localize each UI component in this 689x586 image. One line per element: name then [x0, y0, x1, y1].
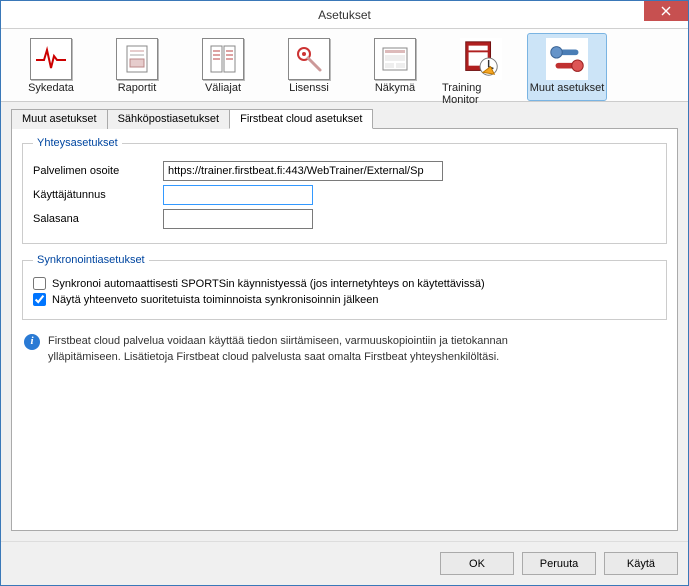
checkbox-nayta-yhteenveto[interactable]	[33, 293, 46, 306]
toolbar: Sykedata Raportit Väliajat Lisenssi Näky…	[1, 29, 688, 102]
checkbox-synkronoi-auto[interactable]	[33, 277, 46, 290]
input-palvelimen-osoite[interactable]	[163, 161, 443, 181]
report-icon	[120, 42, 154, 76]
ok-button[interactable]: OK	[440, 552, 514, 575]
close-icon	[661, 6, 671, 16]
label-nayta-yhteenveto: Näytä yhteenveto suoritetuista toiminnoi…	[52, 294, 379, 306]
tabpanel-firstbeat-cloud: Yhteysasetukset Palvelimen osoite Käyttä…	[11, 128, 678, 531]
toolbar-training-monitor[interactable]: Training Monitor	[441, 33, 521, 101]
legend-yhteysasetukset: Yhteysasetukset	[33, 137, 122, 149]
fieldset-yhteysasetukset: Yhteysasetukset Palvelimen osoite Käyttä…	[22, 137, 667, 244]
toolbar-muut-asetukset[interactable]: Muut asetukset	[527, 33, 607, 101]
info-row: i Firstbeat cloud palvelua voidaan käytt…	[22, 330, 667, 366]
close-button[interactable]	[644, 1, 688, 21]
label-synkronoi-auto: Synkronoi automaattisesti SPORTSin käynn…	[52, 278, 485, 290]
toolbar-lisenssi[interactable]: Lisenssi	[269, 33, 349, 101]
window-title: Asetukset	[318, 8, 371, 22]
toolbar-raportit[interactable]: Raportit	[97, 33, 177, 101]
settings-window: Asetukset Sykedata Raportit Väliajat Lis…	[0, 0, 689, 586]
tab-muut-asetukset[interactable]: Muut asetukset	[11, 109, 108, 129]
toolbar-nakyma[interactable]: Näkymä	[355, 33, 435, 101]
titlebar: Asetukset	[1, 1, 688, 29]
content-area: Muut asetukset Sähköpostiasetukset First…	[1, 102, 688, 541]
toolbar-label: Lisenssi	[289, 82, 329, 94]
toolbar-label: Näkymä	[375, 82, 415, 94]
splits-icon	[206, 42, 240, 76]
legend-synkronointiasetukset: Synkronointiasetukset	[33, 254, 149, 266]
toolbar-label: Muut asetukset	[530, 82, 605, 94]
label-palvelimen-osoite: Palvelimen osoite	[33, 165, 163, 177]
tab-firstbeat-cloud[interactable]: Firstbeat cloud asetukset	[229, 109, 373, 129]
toolbar-label: Sykedata	[28, 82, 74, 94]
toolbar-label: Väliajat	[205, 82, 241, 94]
settings-icon	[546, 37, 588, 81]
info-text: Firstbeat cloud palvelua voidaan käyttää…	[48, 334, 528, 366]
apply-button[interactable]: Käytä	[604, 552, 678, 575]
toolbar-sykedata[interactable]: Sykedata	[11, 33, 91, 101]
input-salasana[interactable]	[163, 209, 313, 229]
cancel-button[interactable]: Peruuta	[522, 552, 596, 575]
tabstrip: Muut asetukset Sähköpostiasetukset First…	[11, 108, 678, 128]
fieldset-synkronointiasetukset: Synkronointiasetukset Synkronoi automaat…	[22, 254, 667, 320]
input-kayttajatunnus[interactable]	[163, 185, 313, 205]
view-icon	[378, 42, 412, 76]
dialog-buttons: OK Peruuta Käytä	[1, 541, 688, 585]
toolbar-label: Raportit	[118, 82, 157, 94]
label-salasana: Salasana	[33, 213, 163, 225]
tab-sahkopostiasetukset[interactable]: Sähköpostiasetukset	[107, 109, 231, 129]
key-icon	[292, 42, 326, 76]
toolbar-valiajat[interactable]: Väliajat	[183, 33, 263, 101]
monitor-icon	[460, 37, 502, 81]
label-kayttajatunnus: Käyttäjätunnus	[33, 189, 163, 201]
info-icon: i	[24, 334, 40, 350]
heartrate-icon	[34, 42, 68, 76]
